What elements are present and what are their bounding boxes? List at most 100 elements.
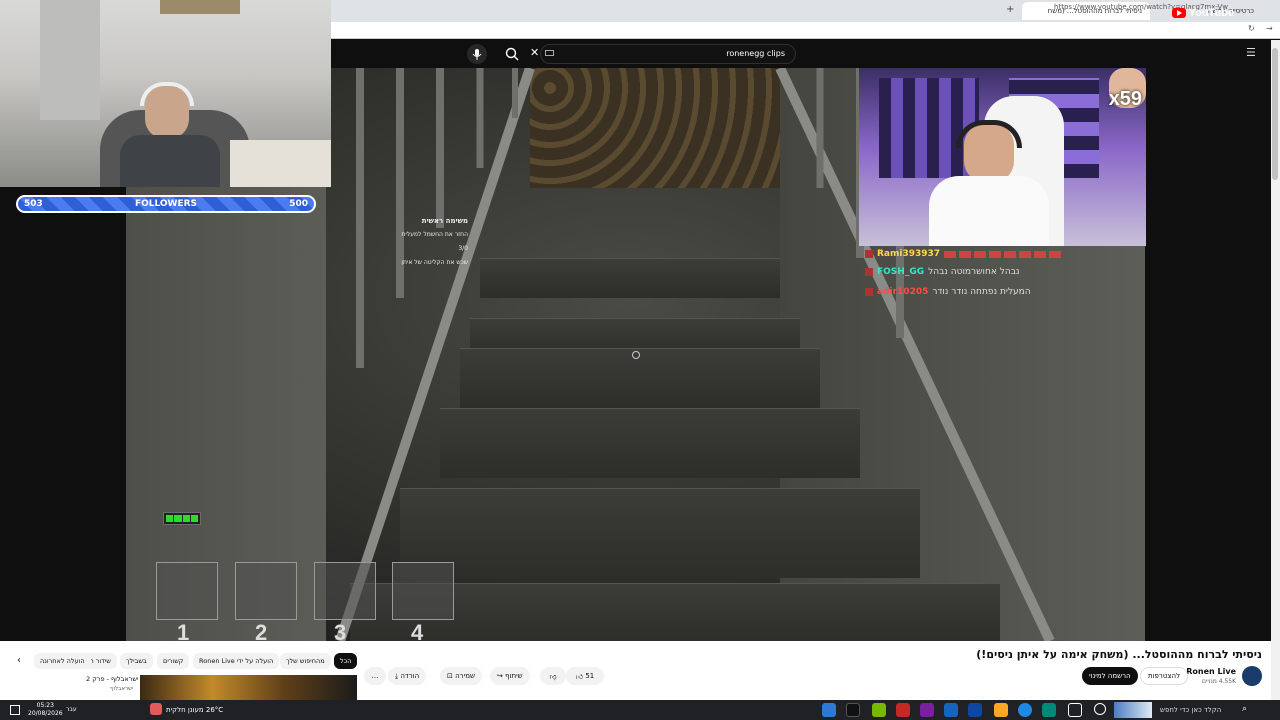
scrollbar-thumb[interactable] (1272, 48, 1278, 180)
app-icon[interactable] (896, 703, 910, 717)
clock-date: 20/08/2026 (28, 710, 63, 717)
cortana-icon[interactable] (1094, 703, 1106, 715)
channel-avatar[interactable] (1242, 666, 1262, 686)
reload-icon[interactable]: ↻ (1248, 24, 1255, 33)
share-button[interactable]: שיתוף ↪ (490, 667, 530, 685)
followers-goal-bar: 503 FOLLOWERS 500 (16, 195, 316, 213)
dislike-button[interactable]: 👎︎ (540, 667, 566, 685)
video-title: ניסיתי לברוח מההוסטל... (משחק אימה על אי… (976, 648, 1262, 661)
clear-search-icon[interactable]: ✕ (530, 46, 539, 59)
inventory-slot (392, 562, 454, 620)
app-icon[interactable] (1042, 703, 1056, 717)
multiplier-badge: x59 (1108, 88, 1142, 110)
search-input[interactable]: ronenegg clips (540, 44, 796, 64)
youtube-play-icon (1171, 8, 1186, 18)
steam-app-icon[interactable] (822, 703, 836, 717)
slot-number: 1 (177, 620, 190, 641)
task-view-icon[interactable] (1068, 703, 1082, 717)
slot-number: 3 (334, 620, 347, 641)
patterned-wallpaper (530, 68, 780, 188)
person-body (120, 135, 220, 187)
search-icon (505, 47, 519, 61)
clock-time: 05:23 (36, 702, 54, 709)
menu-icon[interactable]: ☰ (1246, 46, 1256, 59)
objective-line: החזר את החשמל למעלית 3/0 (401, 231, 469, 252)
download-button[interactable]: הורדה ⤓ (388, 667, 427, 685)
new-tab-icon[interactable]: + (1006, 4, 1014, 15)
objective-line: שכש את הקליטה של איתן (401, 259, 468, 266)
nvidia-app-icon[interactable] (872, 703, 886, 717)
followers-current: 503 (24, 199, 43, 209)
inventory-slot (156, 562, 218, 620)
chat-username: adir10205 (877, 287, 929, 297)
save-label: שמירה (455, 672, 475, 680)
chat-message: adir10205 המעלית נפתחה נודר נודר (865, 287, 1031, 297)
wall-frame (160, 0, 240, 14)
taskbar-search-input[interactable]: הקלד כאן כדי לחפש (1160, 706, 1221, 714)
join-button[interactable]: להצטרפות (1140, 667, 1189, 685)
chip-from-search[interactable]: מהחיפוש שלך (280, 653, 331, 669)
inventory-slot (235, 562, 297, 620)
store-app-icon[interactable] (968, 703, 982, 717)
youtube-logo[interactable]: YouTube (1171, 7, 1234, 19)
crosshair-icon (632, 351, 640, 359)
chip-uploaded-by[interactable]: הועלה על ידי Ronen Live (193, 653, 280, 669)
chip-related[interactable]: קשורים (157, 653, 190, 669)
chat-badge-icon (865, 250, 873, 258)
window-curtain (40, 0, 100, 120)
search-highlight-image (1114, 702, 1152, 718)
channel-name[interactable]: Ronen Live (1186, 667, 1236, 676)
objective-hud: משימה ראשית החזר את החשמל למעלית 3/0 שכש… (390, 214, 468, 270)
youtube-logo-text: YouTube (1188, 7, 1234, 19)
chat-emotes (944, 250, 1062, 258)
edge-browser-icon[interactable] (1018, 703, 1032, 717)
chevron-left-icon[interactable]: ‹ (17, 655, 21, 666)
chat-badge-icon (865, 288, 873, 296)
like-button[interactable]: 51 👍︎ (566, 667, 604, 685)
microphone-icon (472, 49, 482, 60)
thumbs-down-icon: 👎︎ (549, 672, 557, 681)
followers-label: FOLLOWERS (134, 199, 198, 209)
next-video-channel: ישראבלוף (110, 686, 134, 692)
left-railing (335, 68, 535, 641)
voice-search-button[interactable] (467, 44, 487, 64)
taskbar-search-icon[interactable]: ⌕ (1242, 704, 1247, 714)
streamer-webcam-right: x59 (859, 68, 1146, 246)
like-count: 51 (585, 672, 595, 680)
bed-sheet (230, 140, 331, 187)
slot-number: 4 (411, 620, 424, 641)
weather-text[interactable]: 26°C מעונן חלקית (166, 706, 223, 714)
thumbs-up-icon: 👍︎ (575, 672, 584, 681)
app-icon[interactable] (944, 703, 958, 717)
keyboard-icon[interactable] (545, 50, 554, 56)
file-explorer-icon[interactable] (994, 703, 1008, 717)
search-button[interactable] (502, 44, 522, 64)
chip-all[interactable]: הכל (334, 653, 358, 669)
download-label: הורדה (400, 672, 420, 680)
save-button[interactable]: שמירה ⊡ (440, 667, 482, 685)
chat-message: FOSH_GG נבהל אחושרמוטה נבהל (865, 267, 1020, 277)
clock[interactable]: 05:23 20/08/2026 (28, 702, 63, 718)
chat-badge-icon (865, 268, 873, 276)
share-label: שיתוף (505, 672, 523, 680)
chip-recently-uploaded[interactable]: הועלה לאחרונה (34, 653, 91, 669)
windows-start-icon[interactable] (10, 705, 20, 715)
next-video-thumbnail[interactable] (140, 675, 357, 700)
chip-for-you[interactable]: בשבילך (120, 653, 153, 669)
objective-title: משימה ראשית (421, 217, 468, 225)
chat-username: Rami393937 (877, 249, 941, 259)
headphones (140, 82, 194, 106)
more-actions-button[interactable]: ... (364, 667, 386, 685)
subscribe-button[interactable]: הרשמה למינוי (1082, 667, 1138, 685)
language-indicator[interactable]: עבר (66, 706, 77, 713)
chat-text: נבהל אחושרמוטה נבהל (928, 267, 1020, 277)
share-icon: ↪ (497, 672, 503, 680)
chat-username: FOSH_GG (877, 267, 925, 277)
app-icon[interactable] (846, 703, 860, 717)
app-icon[interactable] (920, 703, 934, 717)
inventory-slot (314, 562, 376, 620)
slot-number: 2 (255, 620, 268, 641)
next-video-title[interactable]: ישראבלוף - פרק 2 (86, 675, 138, 683)
chat-text: המעלית נפתחה נודר נודר (932, 287, 1031, 297)
back-icon[interactable]: → (1266, 24, 1273, 33)
